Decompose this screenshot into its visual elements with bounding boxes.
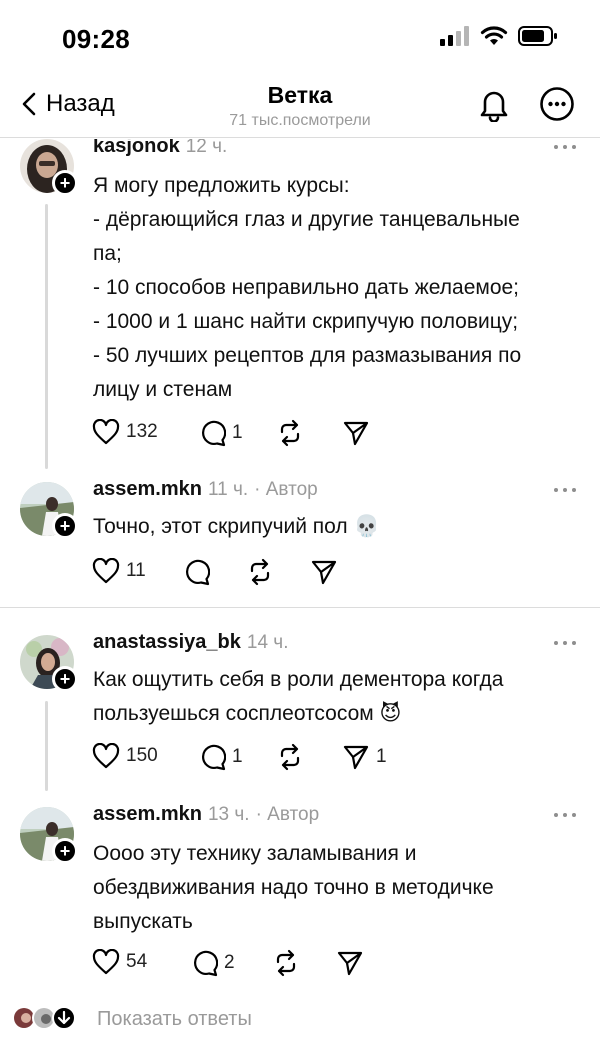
repost-button[interactable] <box>272 949 306 977</box>
more-dots-icon[interactable] <box>554 488 576 492</box>
post-text: Оооо эту технику заламывания и обездвижи… <box>93 837 588 939</box>
likes-count: 132 <box>126 421 158 442</box>
post-time: 13 ч. <box>207 804 250 825</box>
post-text-line: Оооо эту технику заламывания и <box>93 842 417 865</box>
thread-line <box>45 204 48 469</box>
likes-count: 150 <box>126 745 158 766</box>
bell-icon <box>480 91 508 123</box>
post-text-line: - 50 лучших рецептов для размазывания по <box>93 344 522 367</box>
comment-icon <box>186 559 210 586</box>
post-text-line: па; <box>93 242 122 265</box>
thread-divider <box>0 607 600 608</box>
likes-count: 11 <box>126 560 146 581</box>
repost-button[interactable] <box>276 743 310 771</box>
status-icons <box>440 26 558 46</box>
like-button[interactable]: 54 <box>92 949 147 975</box>
post-header: assem.mkn 13 ч. · Автор <box>93 803 319 826</box>
replies-count: 1 <box>232 422 243 443</box>
comment-icon <box>202 744 226 771</box>
like-button[interactable]: 11 <box>92 558 146 584</box>
more-dots-icon[interactable] <box>554 145 576 149</box>
username[interactable]: assem.mkn <box>93 803 202 826</box>
follow-plus-icon[interactable]: + <box>52 666 78 692</box>
share-button[interactable] <box>336 949 370 977</box>
battery-icon <box>518 26 557 46</box>
share-button[interactable] <box>342 419 376 447</box>
more-dots-icon[interactable] <box>554 641 576 645</box>
share-icon <box>343 421 369 446</box>
post-text: Я могу предложить курсы: - дёргающийся г… <box>93 169 588 407</box>
arrow-down-icon <box>52 1006 76 1030</box>
username[interactable]: anastassiya_bk <box>93 631 241 654</box>
author-badge: · Автор <box>254 479 318 500</box>
post-text-line: выпускать <box>93 910 193 933</box>
heart-icon <box>92 743 120 769</box>
post-text-line: - 1000 и 1 шанс найти скрипучую половицу… <box>93 310 519 333</box>
more-circle-icon <box>540 87 574 121</box>
heart-icon <box>92 949 120 975</box>
thread-line <box>45 701 48 791</box>
post-header: assem.mkn 11 ч. · Автор <box>93 478 318 501</box>
post-text-line: Как ощутить себя в роли дементора когда <box>93 668 504 691</box>
username[interactable]: kasjonok <box>93 139 180 158</box>
status-bar: 09:28 <box>0 0 600 70</box>
post-header: anastassiya_bk 14 ч. <box>93 631 288 654</box>
replies-count: 1 <box>232 746 243 767</box>
post-header: kasjonok 12 ч. <box>93 139 227 158</box>
repost-icon <box>280 419 300 447</box>
wifi-icon <box>480 26 508 45</box>
post-text-line: - 10 способов неправильно дать желаемое; <box>93 276 520 299</box>
post-text-line: обездвиживания надо точно в методичке <box>93 876 494 899</box>
thread-header: Назад Ветка 71 тыс.посмотрели <box>0 70 600 138</box>
post-time: 11 ч. <box>207 479 249 500</box>
more-dots-icon[interactable] <box>554 813 576 817</box>
comment-icon <box>202 420 226 447</box>
heart-icon <box>92 419 120 445</box>
repost-icon <box>276 949 296 977</box>
show-replies-row[interactable]: Показать ответы <box>0 1000 600 1040</box>
author-badge: · Автор <box>255 804 320 825</box>
thread-feed: + kasjonok 12 ч. Я могу предложить курсы… <box>0 139 600 1052</box>
post-text-line: Точно, этот скрипучий пол 💀 <box>93 515 380 538</box>
share-button[interactable] <box>310 558 344 586</box>
follow-plus-icon[interactable]: + <box>52 838 78 864</box>
notifications-button[interactable] <box>476 86 512 127</box>
follow-plus-icon[interactable]: + <box>52 170 78 196</box>
username[interactable]: assem.mkn <box>93 478 202 501</box>
comment-button[interactable]: 1 <box>198 419 243 447</box>
repost-icon <box>250 558 270 586</box>
post-text-line: Я могу предложить курсы: <box>93 174 350 197</box>
status-time: 09:28 <box>62 24 130 54</box>
heart-icon <box>92 558 120 584</box>
comment-button[interactable]: 2 <box>190 949 235 977</box>
more-options-button[interactable] <box>539 86 575 127</box>
replies-count: 2 <box>224 952 235 973</box>
comment-icon <box>194 950 218 977</box>
post-text: Точно, этот скрипучий пол 💀 <box>93 510 588 544</box>
repost-button[interactable] <box>246 558 280 586</box>
share-icon <box>337 951 363 976</box>
show-replies-label: Показать ответы <box>97 1008 252 1030</box>
post-text-line: - дёргающийся глаз и другие танцевальные <box>93 208 520 231</box>
comment-button[interactable] <box>182 558 216 586</box>
share-icon <box>311 560 337 585</box>
post-time: 14 ч. <box>246 632 289 653</box>
post-text: Как ощутить себя в роли дементора когда … <box>93 663 588 731</box>
likes-count: 54 <box>126 951 148 972</box>
share-button[interactable]: 1 <box>342 743 387 771</box>
post-time: 12 ч. <box>185 139 228 157</box>
post-text-line: лицу и стенам <box>93 378 233 401</box>
post-text-line: пользуешься сосплеотсосом 😈 <box>93 702 402 725</box>
repost-icon <box>280 743 300 771</box>
cellular-signal-icon <box>440 26 469 46</box>
like-button[interactable]: 132 <box>92 419 158 445</box>
shares-count: 1 <box>376 746 387 767</box>
follow-plus-icon[interactable]: + <box>52 513 78 539</box>
share-icon <box>343 745 369 770</box>
repost-button[interactable] <box>276 419 310 447</box>
comment-button[interactable]: 1 <box>198 743 243 771</box>
like-button[interactable]: 150 <box>92 743 158 769</box>
